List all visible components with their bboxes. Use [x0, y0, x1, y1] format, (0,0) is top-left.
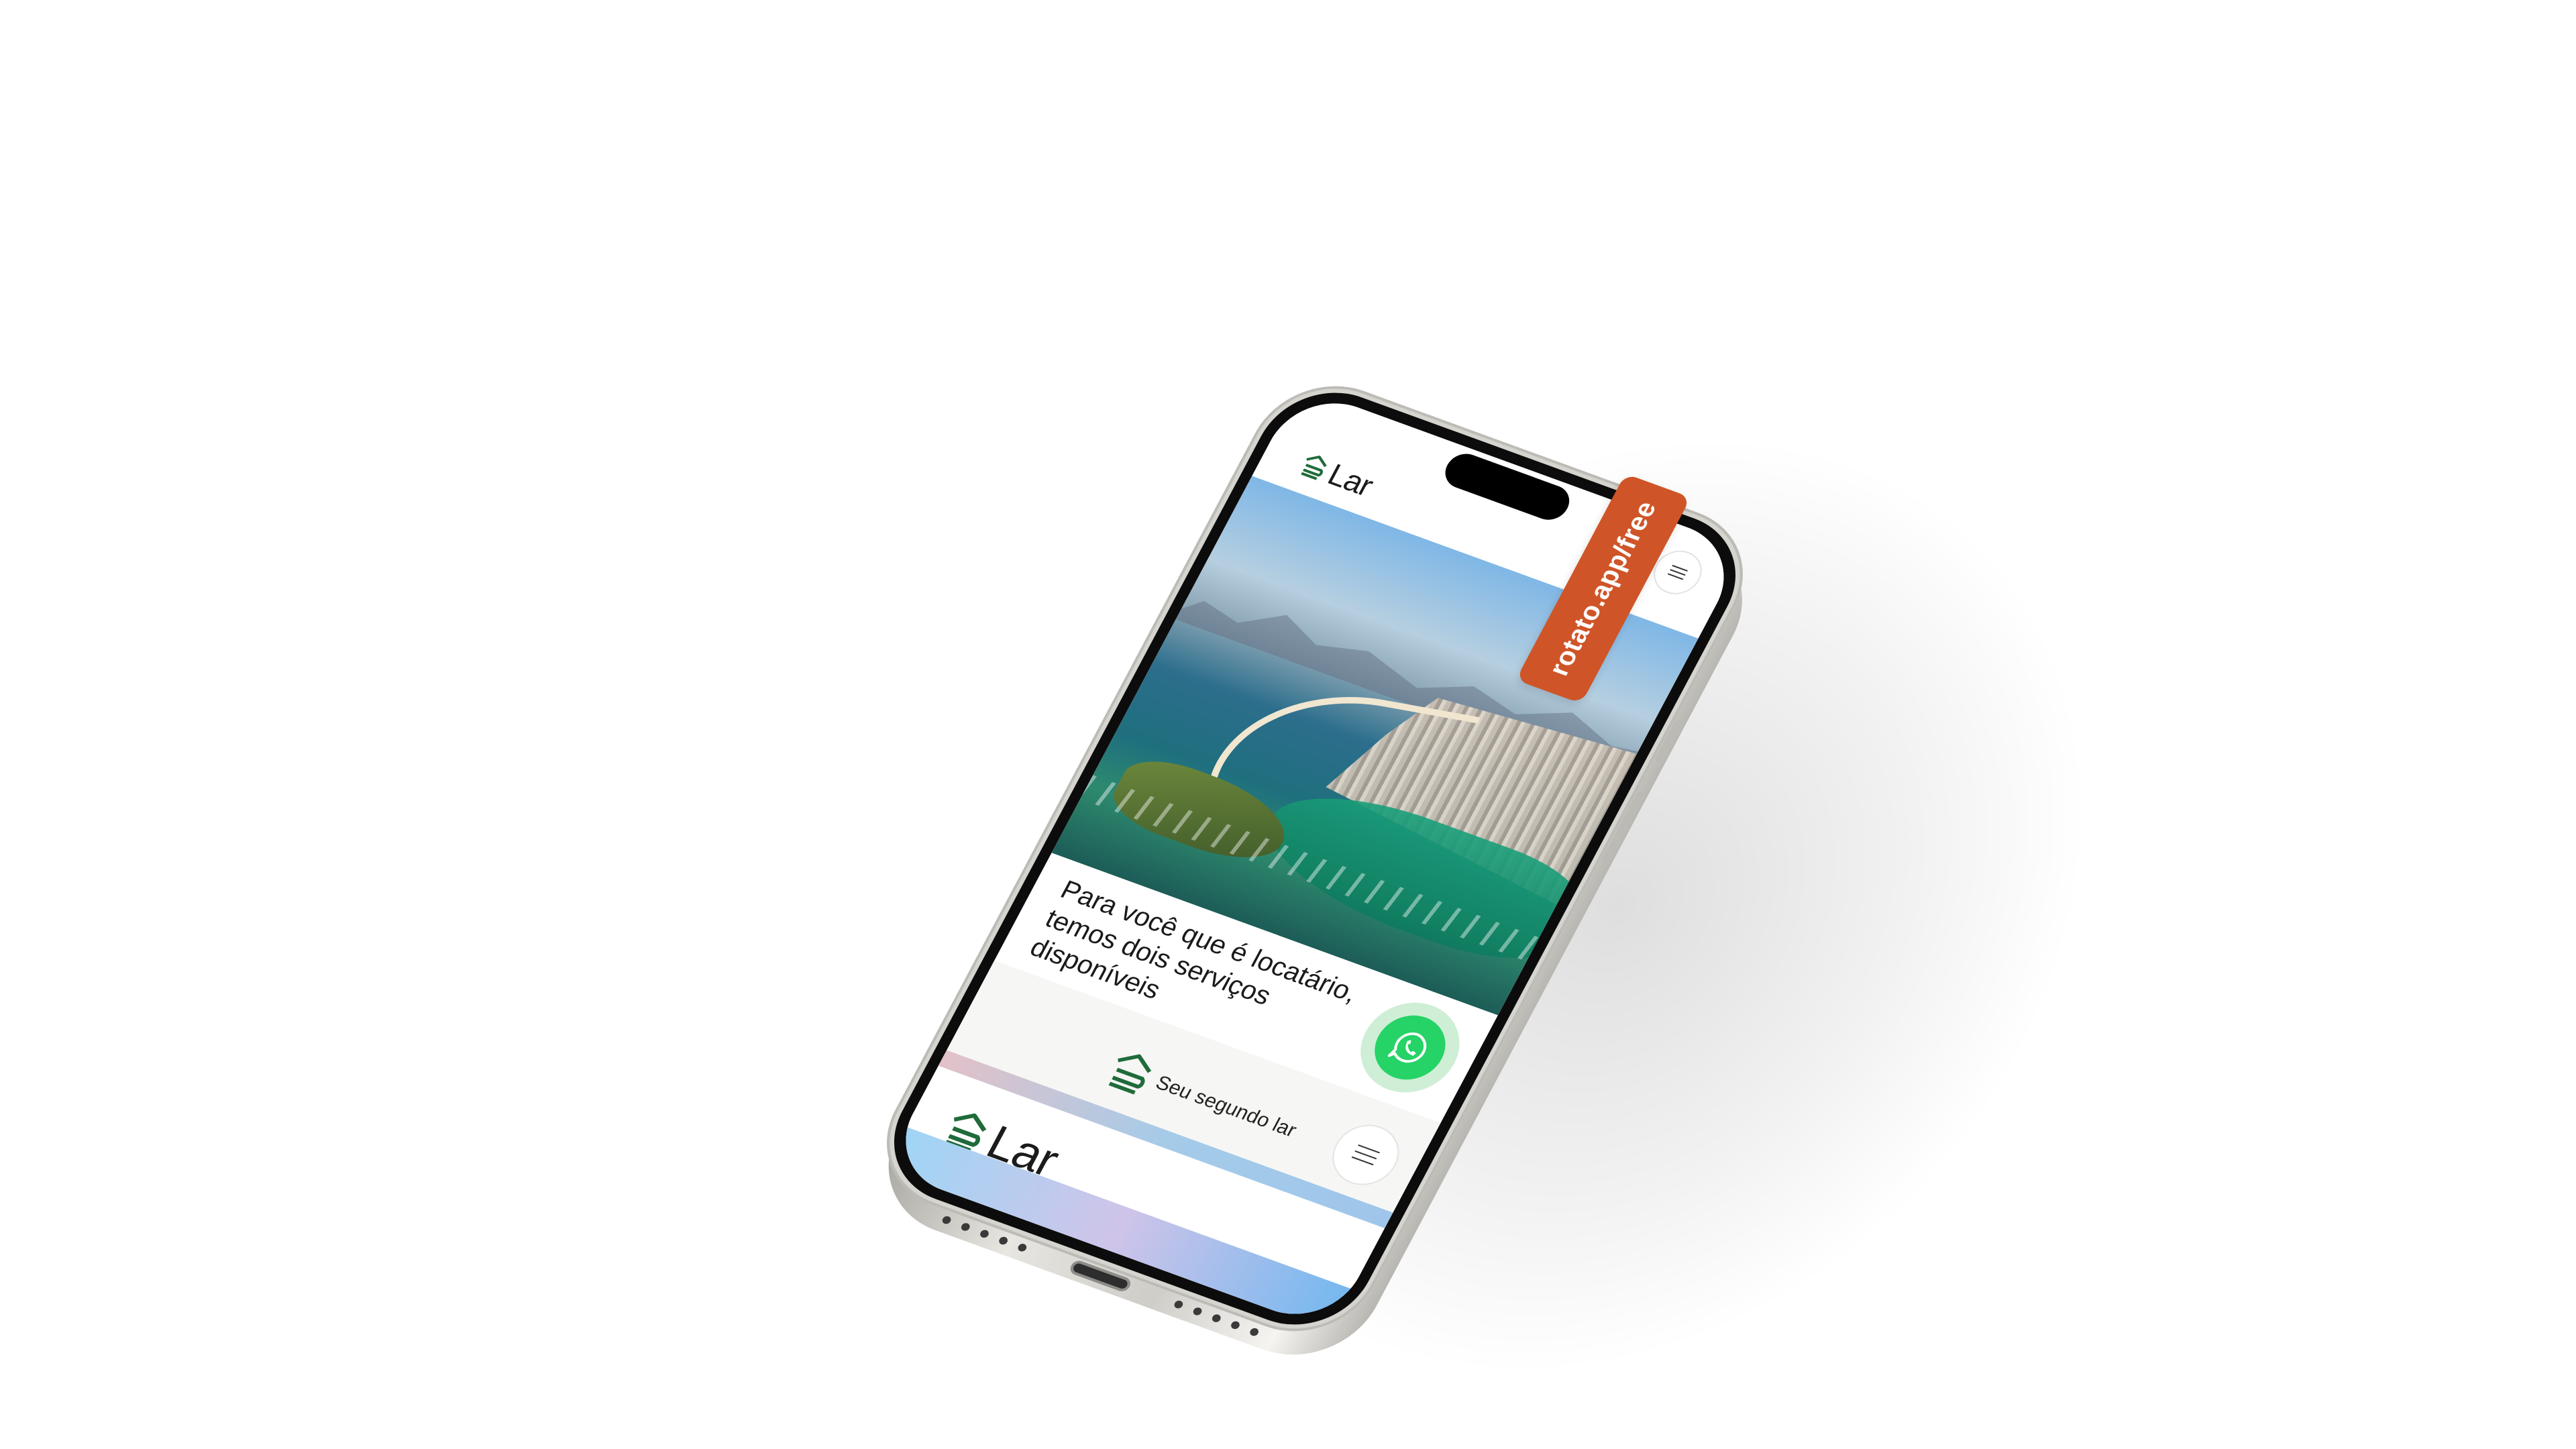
logo-text: Lar [1322, 457, 1379, 503]
house-stack-icon [1301, 455, 1327, 480]
mockup-stage: Lar Para você que é locatário, temos doi… [0, 0, 2576, 1449]
app-menu-button[interactable] [1321, 1116, 1411, 1194]
whatsapp-icon [1387, 1032, 1427, 1063]
tagline-text: Seu segundo lar [1152, 1071, 1301, 1142]
site-logo[interactable]: Lar [1294, 446, 1379, 503]
hamburger-menu-icon [1351, 1144, 1381, 1166]
hamburger-menu-icon [1667, 565, 1688, 580]
